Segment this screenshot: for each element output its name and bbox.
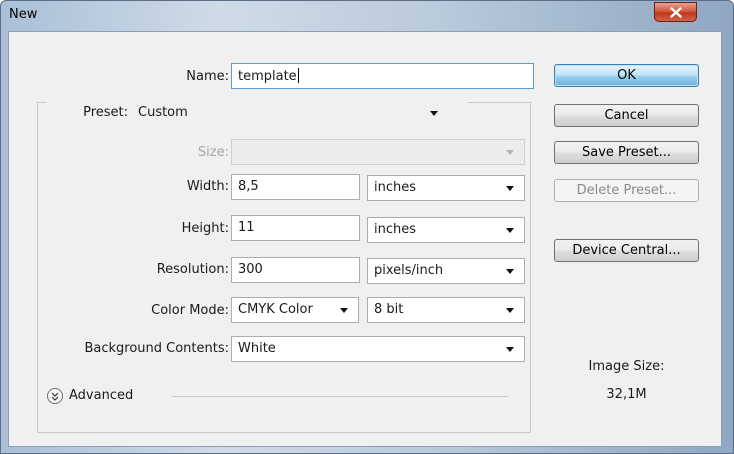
bit-depth-value: 8 bit: [374, 302, 404, 317]
preset-select[interactable]: Custom: [131, 100, 449, 126]
name-value: template: [238, 69, 297, 84]
chevron-down-icon: [340, 308, 348, 313]
background-contents-label: Background Contents:: [84, 341, 229, 356]
close-button[interactable]: [654, 2, 697, 22]
chevron-down-icon: [506, 150, 514, 155]
new-document-dialog: New Name: template Preset: Custom Size: …: [0, 0, 734, 454]
dialog-body: Name: template Preset: Custom Size: Widt…: [8, 31, 722, 447]
background-contents-value: White: [238, 341, 276, 356]
height-input[interactable]: 11: [231, 215, 360, 241]
bit-depth-select[interactable]: 8 bit: [367, 297, 525, 323]
height-unit-select[interactable]: inches: [367, 217, 525, 243]
preset-group-border: [37, 102, 38, 432]
color-mode-select[interactable]: CMYK Color: [231, 297, 359, 323]
width-label: Width:: [186, 179, 229, 194]
resolution-unit-select[interactable]: pixels/inch: [367, 258, 525, 284]
background-contents-select[interactable]: White: [231, 336, 525, 362]
resolution-value: 300: [238, 262, 263, 277]
chevron-down-icon: [506, 186, 514, 191]
advanced-label[interactable]: Advanced: [69, 388, 133, 403]
height-label: Height:: [181, 221, 229, 236]
preset-group-border: [530, 102, 531, 432]
color-mode-label: Color Mode:: [151, 303, 229, 318]
color-mode-value: CMYK Color: [238, 302, 313, 317]
title-bar[interactable]: New: [1, 1, 733, 31]
chevron-down-icon: [430, 111, 438, 116]
name-input[interactable]: template: [231, 63, 534, 89]
size-select[interactable]: [231, 139, 525, 165]
size-label: Size:: [197, 145, 229, 160]
preset-group-border: [37, 432, 531, 433]
resolution-unit-value: pixels/inch: [374, 263, 444, 278]
close-icon: [670, 7, 682, 18]
advanced-toggle[interactable]: [47, 388, 63, 404]
width-unit-value: inches: [374, 180, 417, 195]
window-title: New: [9, 7, 38, 22]
chevron-down-icon: [506, 228, 514, 233]
text-caret: [297, 68, 299, 83]
resolution-input[interactable]: 300: [231, 257, 360, 283]
advanced-separator: [172, 396, 508, 397]
height-value: 11: [238, 220, 255, 235]
preset-value: Custom: [138, 105, 188, 120]
ok-button[interactable]: OK: [554, 64, 699, 87]
resolution-label: Resolution:: [156, 262, 229, 277]
height-unit-value: inches: [374, 222, 417, 237]
save-preset-button[interactable]: Save Preset...: [554, 141, 699, 164]
double-chevron-down-icon: [51, 392, 59, 401]
preset-group-border: [37, 102, 47, 103]
chevron-down-icon: [506, 347, 514, 352]
preset-label: Preset:: [83, 105, 128, 120]
preset-group-border: [468, 102, 531, 103]
device-central-button[interactable]: Device Central...: [554, 239, 699, 262]
chevron-down-icon: [506, 269, 514, 274]
name-label: Name:: [186, 69, 229, 84]
chevron-down-icon: [506, 308, 514, 313]
image-size-value: 32,1M: [606, 387, 647, 402]
width-value: 8,5: [238, 179, 259, 194]
width-input[interactable]: 8,5: [231, 174, 360, 200]
delete-preset-button[interactable]: Delete Preset...: [554, 179, 699, 202]
image-size-label: Image Size:: [588, 359, 665, 374]
cancel-button[interactable]: Cancel: [554, 104, 699, 127]
width-unit-select[interactable]: inches: [367, 175, 525, 201]
